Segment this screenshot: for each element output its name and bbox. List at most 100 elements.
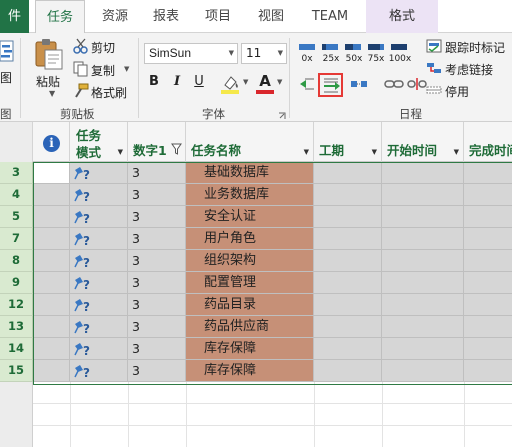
- task-mode-cell[interactable]: ?: [70, 250, 128, 272]
- row-id[interactable]: 12: [0, 294, 33, 316]
- mark-on-track-label[interactable]: 跟踪时标记: [445, 39, 505, 56]
- duration-cell[interactable]: [314, 206, 382, 228]
- start-cell[interactable]: [382, 360, 464, 382]
- number1-cell[interactable]: 3: [128, 162, 186, 184]
- indent-icon[interactable]: [318, 73, 343, 97]
- chevron-down-icon[interactable]: ▼: [118, 148, 123, 156]
- font-color-icon[interactable]: A: [256, 73, 274, 94]
- finish-cell[interactable]: [464, 206, 512, 228]
- task-name-cell[interactable]: 用户角色: [186, 228, 314, 250]
- info-cell[interactable]: [33, 316, 70, 338]
- empty-row-header[interactable]: [0, 426, 33, 447]
- font-color-dropdown-icon[interactable]: ▼: [277, 78, 282, 86]
- column-header-finish[interactable]: 完成时间: [464, 122, 512, 162]
- chevron-down-icon[interactable]: ▼: [304, 148, 309, 156]
- format-painter-label[interactable]: 格式刷: [91, 84, 127, 101]
- info-cell[interactable]: [33, 250, 70, 272]
- underline-button[interactable]: U: [190, 72, 208, 92]
- number1-cell[interactable]: 3: [128, 294, 186, 316]
- info-cell[interactable]: [33, 184, 70, 206]
- start-cell[interactable]: [382, 206, 464, 228]
- number1-cell[interactable]: 3: [128, 184, 186, 206]
- duration-cell[interactable]: [314, 184, 382, 206]
- duration-cell[interactable]: [314, 294, 382, 316]
- task-mode-cell[interactable]: ?: [70, 206, 128, 228]
- outdent-icon[interactable]: [299, 76, 315, 95]
- info-cell[interactable]: [33, 272, 70, 294]
- column-header-task-name[interactable]: 任务名称 ▼: [186, 122, 314, 162]
- select-all-corner[interactable]: [0, 122, 33, 162]
- column-header-duration[interactable]: 工期 ▼: [314, 122, 382, 162]
- table-row[interactable]: 13? 3 药品供应商: [0, 316, 512, 338]
- gantt-view-icon[interactable]: [0, 40, 14, 65]
- number1-cell[interactable]: 3: [128, 206, 186, 228]
- number1-cell[interactable]: 3: [128, 360, 186, 382]
- task-mode-cell[interactable]: ?: [70, 294, 128, 316]
- finish-cell[interactable]: [464, 360, 512, 382]
- task-name-cell[interactable]: 药品供应商: [186, 316, 314, 338]
- start-cell[interactable]: [382, 294, 464, 316]
- chevron-down-icon[interactable]: ▼: [372, 148, 377, 156]
- inactivate-icon[interactable]: [426, 82, 442, 101]
- paste-label[interactable]: 粘贴: [36, 73, 60, 90]
- empty-row[interactable]: [0, 382, 512, 404]
- table-row[interactable]: 7? 3 用户角色: [0, 228, 512, 250]
- table-row[interactable]: 9? 3 配置管理: [0, 272, 512, 294]
- duration-cell[interactable]: [314, 272, 382, 294]
- percent-75-button[interactable]: 75x: [365, 54, 387, 64]
- start-cell[interactable]: [382, 316, 464, 338]
- finish-cell[interactable]: [464, 272, 512, 294]
- task-name-cell[interactable]: 库存保障: [186, 360, 314, 382]
- mark-on-track-icon[interactable]: [426, 38, 442, 57]
- task-name-cell[interactable]: 药品目录: [186, 294, 314, 316]
- chevron-down-icon[interactable]: ▼: [229, 44, 234, 63]
- table-row[interactable]: 4? 3 业务数据库: [0, 184, 512, 206]
- link-tasks-icon[interactable]: [384, 77, 404, 94]
- empty-row-header[interactable]: [0, 404, 33, 426]
- empty-row[interactable]: [0, 426, 512, 447]
- tab-report[interactable]: 报表: [143, 0, 189, 33]
- percent-100-button[interactable]: 100x: [387, 54, 413, 64]
- table-row[interactable]: 15? 3 库存保障: [0, 360, 512, 382]
- number1-cell[interactable]: 3: [128, 250, 186, 272]
- number1-cell[interactable]: 3: [128, 272, 186, 294]
- dialog-launcher-icon[interactable]: [278, 109, 286, 123]
- row-id[interactable]: 3: [0, 162, 33, 184]
- row-id[interactable]: 14: [0, 338, 33, 360]
- task-mode-cell[interactable]: ?: [70, 228, 128, 250]
- tab-format[interactable]: 格式: [366, 0, 438, 33]
- task-mode-cell[interactable]: ?: [70, 184, 128, 206]
- task-name-cell[interactable]: 业务数据库: [186, 184, 314, 206]
- empty-row[interactable]: [0, 404, 512, 426]
- column-header-task-mode[interactable]: 任务 模式 ▼: [70, 122, 128, 162]
- column-header-start[interactable]: 开始时间 ▼: [382, 122, 464, 162]
- table-row[interactable]: 12? 3 药品目录: [0, 294, 512, 316]
- inactivate-label[interactable]: 停用: [445, 83, 469, 100]
- duration-cell[interactable]: [314, 250, 382, 272]
- filter-icon[interactable]: [171, 143, 182, 158]
- font-name-combo[interactable]: SimSun ▼: [144, 43, 238, 64]
- duration-cell[interactable]: [314, 228, 382, 250]
- bold-button[interactable]: B: [145, 72, 163, 92]
- start-cell[interactable]: [382, 272, 464, 294]
- task-mode-cell[interactable]: ?: [70, 360, 128, 382]
- start-cell[interactable]: [382, 162, 464, 184]
- copy-dropdown-icon[interactable]: ▼: [124, 65, 129, 73]
- highlight-dropdown-icon[interactable]: ▼: [243, 78, 248, 86]
- finish-cell[interactable]: [464, 162, 512, 184]
- start-cell[interactable]: [382, 338, 464, 360]
- row-id[interactable]: 15: [0, 360, 33, 382]
- task-name-cell[interactable]: 安全认证: [186, 206, 314, 228]
- task-mode-cell[interactable]: ?: [70, 316, 128, 338]
- paste-icon[interactable]: [34, 38, 64, 73]
- info-cell[interactable]: [33, 162, 70, 184]
- start-cell[interactable]: [382, 184, 464, 206]
- duration-cell[interactable]: [314, 360, 382, 382]
- tab-project[interactable]: 项目: [195, 0, 241, 33]
- split-task-icon[interactable]: [350, 77, 368, 94]
- row-id[interactable]: 8: [0, 250, 33, 272]
- chevron-down-icon[interactable]: ▼: [278, 44, 283, 63]
- table-row[interactable]: 5? 3 安全认证: [0, 206, 512, 228]
- column-header-number1[interactable]: 数字1: [128, 122, 186, 162]
- row-id[interactable]: 4: [0, 184, 33, 206]
